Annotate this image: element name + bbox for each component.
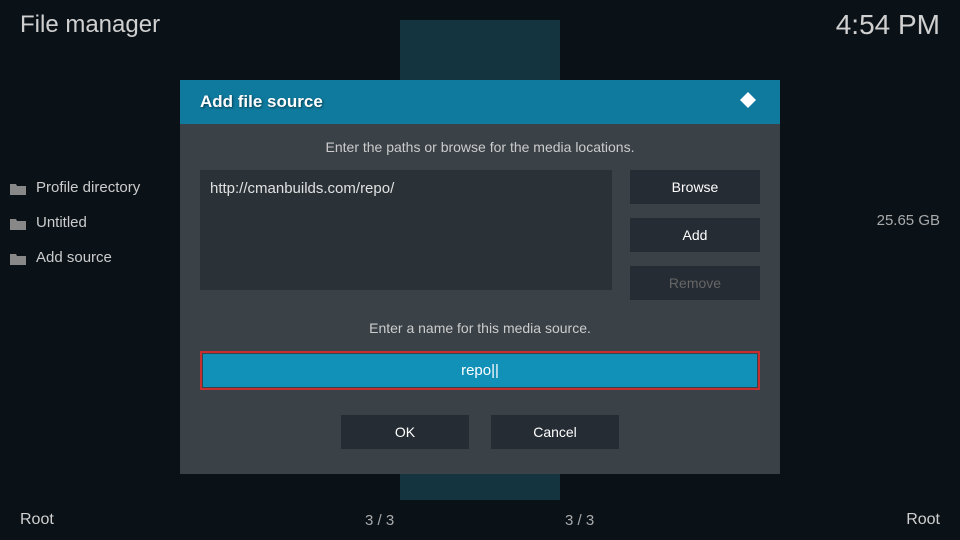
footer: Root 3 / 3 3 / 3 Root — [0, 500, 960, 540]
page-title: File manager — [20, 11, 160, 39]
dialog-body: Enter the paths or browse for the media … — [180, 124, 780, 474]
kodi-logo-icon — [736, 90, 760, 114]
remove-button[interactable]: Remove — [630, 266, 760, 300]
ok-button[interactable]: OK — [341, 415, 469, 449]
cancel-button[interactable]: Cancel — [491, 415, 619, 449]
footer-counter-right: 3 / 3 — [565, 512, 594, 529]
sidebar-item-label: Profile directory — [36, 179, 140, 196]
path-row: http://cmanbuilds.com/repo/ Browse Add R… — [200, 170, 760, 300]
name-instruction: Enter a name for this media source. — [200, 320, 760, 336]
dialog-title: Add file source — [200, 92, 323, 112]
add-button[interactable]: Add — [630, 218, 760, 252]
folder-icon — [10, 217, 26, 229]
dialog-header: Add file source — [180, 80, 780, 124]
size-label: 25.65 GB — [877, 212, 940, 229]
footer-counter-left: 3 / 3 — [365, 512, 394, 529]
sidebar-item-untitled[interactable]: Untitled — [10, 205, 190, 240]
sidebar-item-profile[interactable]: Profile directory — [10, 170, 190, 205]
path-input[interactable]: http://cmanbuilds.com/repo/ — [200, 170, 612, 290]
path-instruction: Enter the paths or browse for the media … — [200, 139, 760, 155]
name-input[interactable]: repo| — [203, 354, 757, 387]
path-buttons: Browse Add Remove — [630, 170, 760, 300]
folder-icon — [10, 252, 26, 264]
sidebar-item-label: Untitled — [36, 214, 87, 231]
header: File manager 4:54 PM — [0, 0, 960, 50]
folder-icon — [10, 182, 26, 194]
dialog-actions: OK Cancel — [200, 415, 760, 449]
name-input-highlight: repo| — [200, 351, 760, 390]
add-file-source-dialog: Add file source Enter the paths or brows… — [180, 80, 780, 474]
sidebar-item-label: Add source — [36, 249, 112, 266]
browse-button[interactable]: Browse — [630, 170, 760, 204]
sidebar: Profile directory Untitled Add source — [10, 170, 190, 275]
sidebar-item-add-source[interactable]: Add source — [10, 240, 190, 275]
footer-left-label: Root — [20, 511, 54, 529]
footer-right-label: Root — [906, 511, 940, 529]
name-input-value: repo — [461, 362, 491, 379]
clock: 4:54 PM — [836, 9, 940, 41]
